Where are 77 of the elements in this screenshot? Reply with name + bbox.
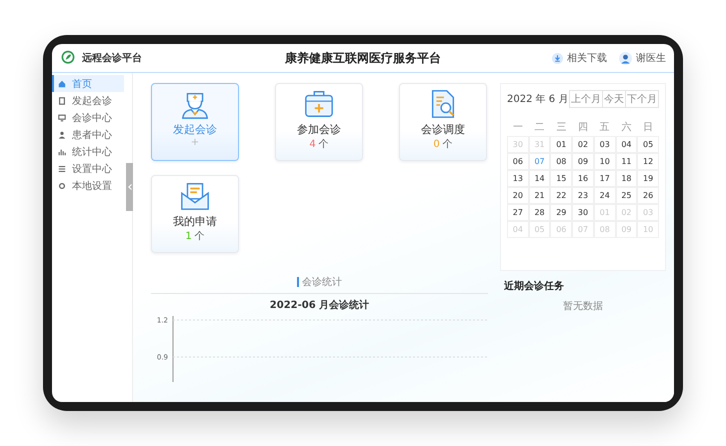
- calendar-day[interactable]: 23: [572, 187, 594, 204]
- calendar-day[interactable]: 28: [528, 204, 550, 221]
- collapse-handle[interactable]: [126, 163, 133, 211]
- chart-title: 2022-06 月会诊统计: [268, 298, 370, 312]
- calendar-nav-button[interactable]: 今天: [602, 90, 626, 108]
- sidebar-item[interactable]: 本地设置: [52, 177, 124, 194]
- tasks-title: 近期会诊任务: [504, 280, 565, 293]
- sidebar-item[interactable]: 发起会诊: [52, 92, 124, 109]
- calendar-day[interactable]: 25: [616, 187, 638, 204]
- page-title: 康养健康互联网医疗服务平台: [284, 50, 442, 66]
- calendar-day[interactable]: 01: [550, 136, 572, 153]
- calendar-day[interactable]: 22: [550, 187, 572, 204]
- calendar-nav-button[interactable]: 上个月: [569, 90, 603, 108]
- weekday-label: 二: [534, 121, 546, 135]
- home-icon: [58, 80, 66, 88]
- calendar-day[interactable]: 02: [572, 136, 594, 153]
- user-name[interactable]: 谢医生: [636, 51, 666, 65]
- calendar-day[interactable]: 18: [616, 170, 638, 187]
- weekday-label: 三: [555, 121, 568, 135]
- weekday-label: 日: [642, 121, 654, 135]
- weekday-label: 一: [512, 121, 524, 135]
- calendar-day[interactable]: 10: [594, 153, 616, 170]
- calendar-day[interactable]: 26: [637, 187, 659, 204]
- leaf-logo-icon: [60, 50, 76, 66]
- card-count: 4 个: [309, 138, 329, 151]
- calendar-day[interactable]: 15: [550, 170, 572, 187]
- calendar-day[interactable]: 03: [594, 136, 616, 153]
- calendar-day[interactable]: 21: [528, 187, 550, 204]
- card-title: 参加会诊: [297, 122, 341, 137]
- shortcut-card[interactable]: 参加会诊 4 个: [275, 83, 363, 161]
- calendar-day[interactable]: 30: [572, 204, 594, 221]
- shortcut-card[interactable]: 我的申请 1 个: [151, 175, 239, 253]
- weekday-label: 五: [598, 121, 611, 135]
- sidebar-item[interactable]: 设置中心: [52, 160, 124, 177]
- card-title: 会诊调度: [421, 122, 465, 137]
- doc-icon: [58, 96, 66, 104]
- calendar-day[interactable]: 05: [637, 136, 659, 153]
- download-icon: [552, 52, 563, 64]
- weekday-label: 六: [620, 120, 632, 135]
- calendar-day[interactable]: 17: [594, 170, 616, 187]
- list-icon: [58, 164, 66, 172]
- chevron-left-icon: [128, 184, 132, 190]
- empty-message: 暂无数据: [562, 300, 604, 313]
- section-title: 会诊统计: [302, 276, 342, 289]
- calendar-day[interactable]: 13: [507, 170, 529, 187]
- download-link[interactable]: 相关下载: [567, 51, 607, 65]
- calendar-day[interactable]: 20: [507, 187, 529, 204]
- card-title: 发起会诊: [173, 122, 217, 137]
- calendar-day[interactable]: 29: [550, 204, 572, 221]
- monitor-icon: [58, 114, 66, 122]
- calendar-day[interactable]: 06: [507, 153, 529, 170]
- sidebar-item[interactable]: 会诊中心: [52, 109, 124, 126]
- person-icon: [58, 130, 66, 138]
- calendar-nav-button[interactable]: 下个月: [625, 90, 659, 108]
- sidebar-item[interactable]: 患者中心: [52, 126, 124, 143]
- sidebar-item[interactable]: 统计中心: [52, 143, 124, 160]
- chart-axis-line: [172, 316, 174, 382]
- shortcut-card[interactable]: 会诊调度 0 个: [399, 83, 487, 161]
- avatar-icon: [619, 52, 632, 64]
- calendar-day[interactable]: 11: [616, 153, 638, 170]
- calendar-day[interactable]: 27: [507, 204, 529, 221]
- card-count: 1 个: [185, 230, 205, 243]
- app-name: 远程会诊平台: [82, 52, 142, 65]
- card-title: 我的申请: [173, 214, 217, 229]
- card-count: 0 个: [433, 138, 453, 151]
- calendar-day[interactable]: 08: [550, 153, 572, 170]
- weekday-label: 四: [576, 121, 589, 135]
- calendar-title: 2022 年 6 月: [507, 93, 568, 106]
- calendar-day[interactable]: 04: [616, 136, 638, 153]
- calendar-day[interactable]: 19: [637, 170, 659, 187]
- calendar-day[interactable]: 16: [572, 170, 594, 187]
- card-count: +: [190, 137, 200, 148]
- calendar-day[interactable]: 12: [637, 153, 659, 170]
- calendar-day[interactable]: 24: [594, 187, 616, 204]
- chart-icon: [58, 148, 66, 156]
- calendar-day[interactable]: 09: [572, 153, 594, 170]
- calendar-day[interactable]: 14: [528, 170, 550, 187]
